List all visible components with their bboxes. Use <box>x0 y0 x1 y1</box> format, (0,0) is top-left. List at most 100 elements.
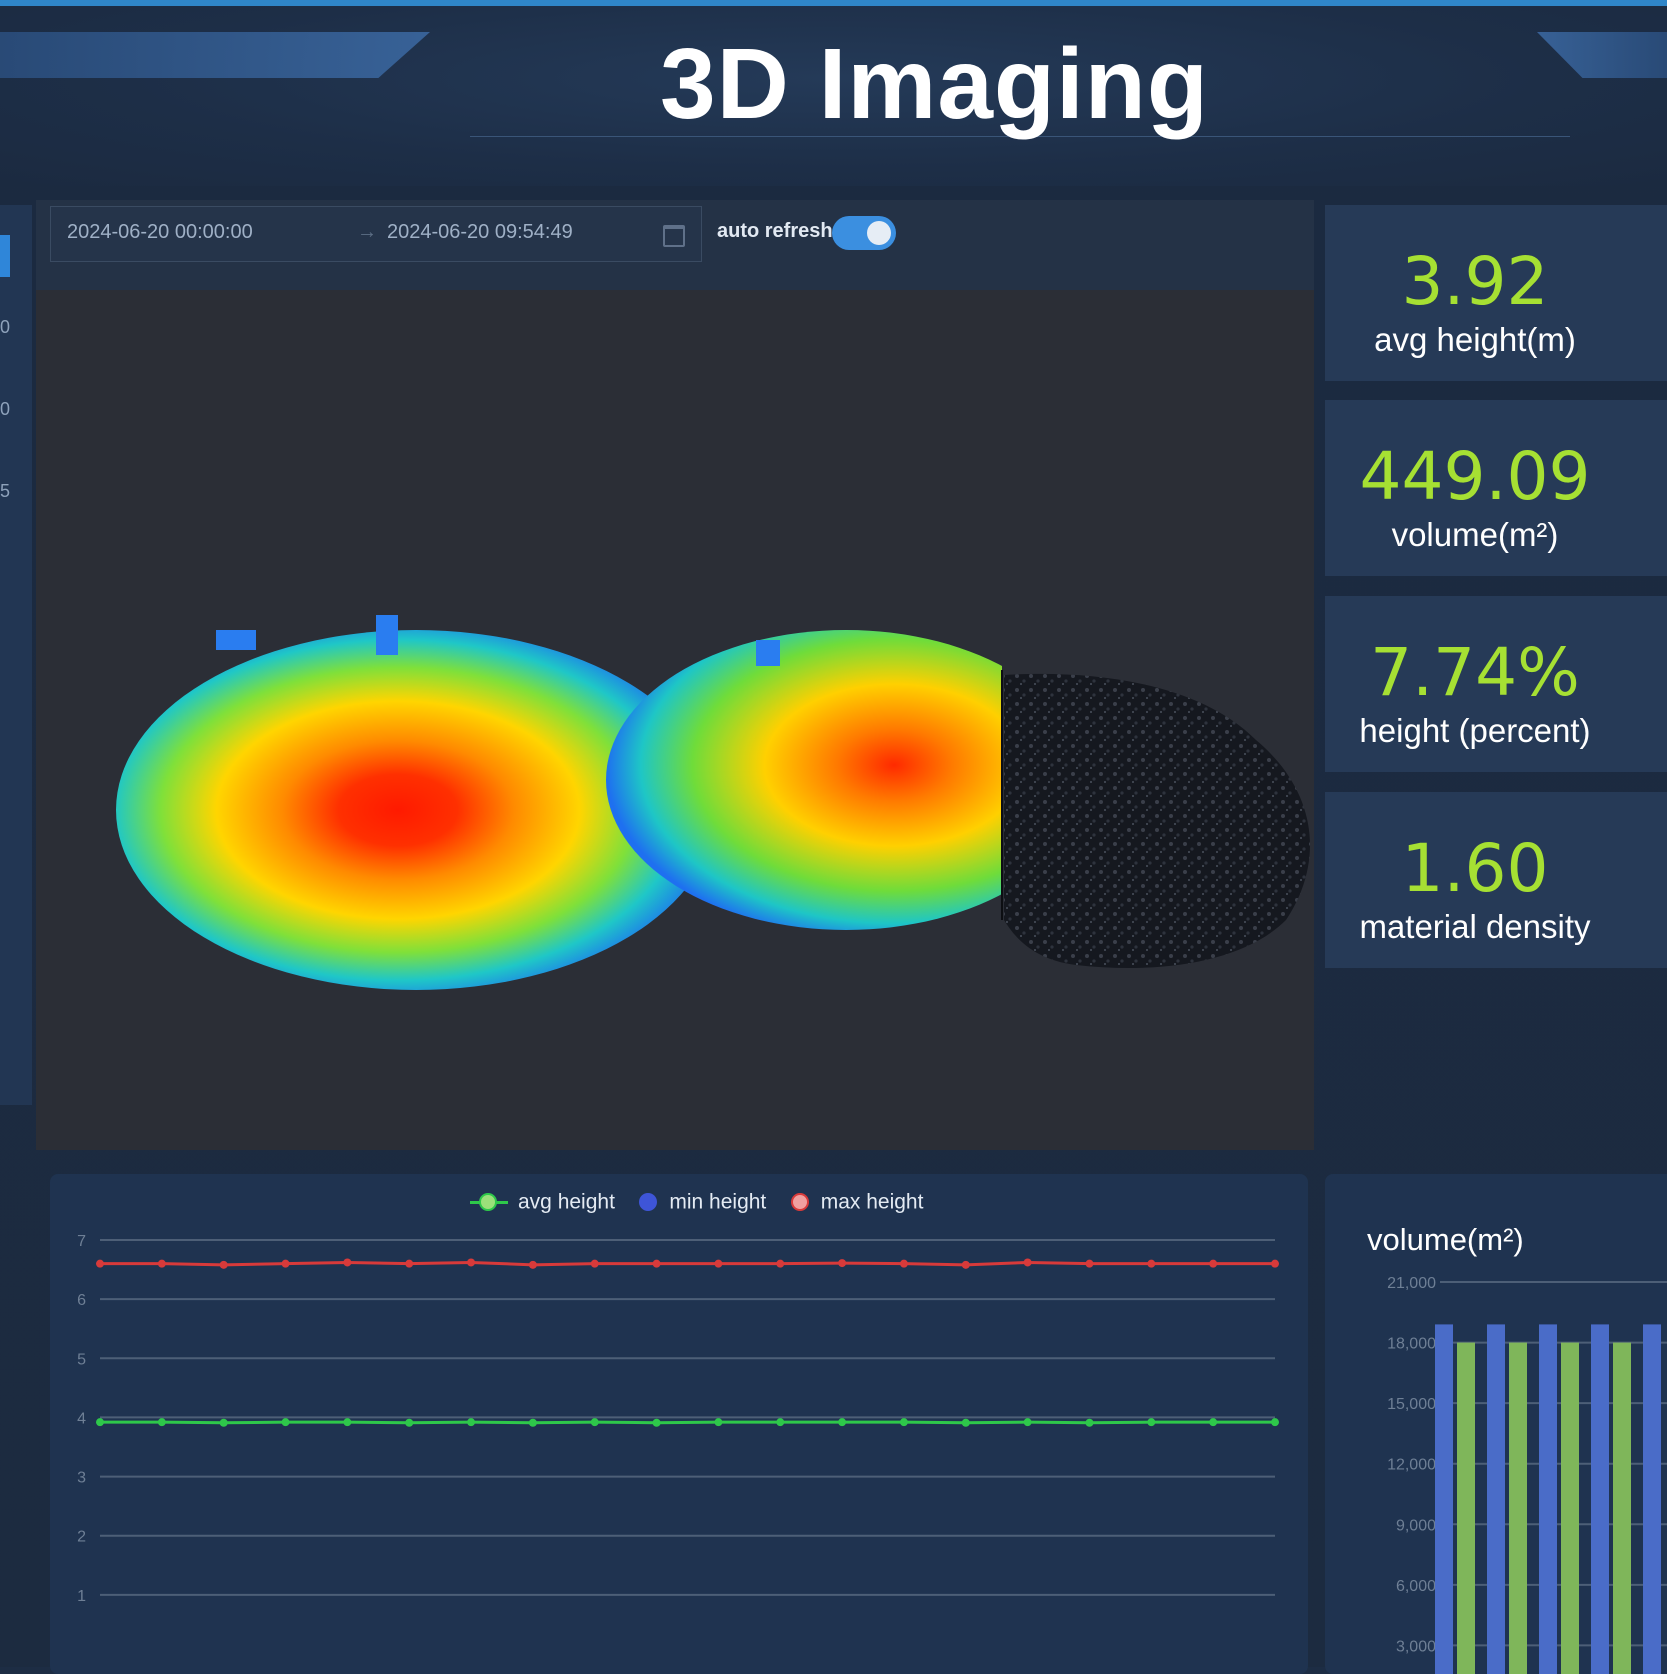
data-point-max-height <box>219 1260 228 1269</box>
page-title: 3D Imaging <box>660 28 1209 140</box>
chart-legend: avg height min height max height <box>470 1190 941 1220</box>
data-point-max-height <box>961 1260 970 1269</box>
stat-value: 449.09 <box>1359 438 1591 515</box>
stat-card-avg-height: 3.92 avg height(m) <box>1325 205 1667 381</box>
y-tick-label: 15,000 <box>1387 1396 1436 1413</box>
legend-item-max-height[interactable]: max height <box>789 1190 924 1214</box>
data-point-avg-height <box>1023 1418 1032 1427</box>
bar-series-1 <box>1435 1324 1453 1674</box>
data-point-avg-height <box>343 1418 352 1427</box>
y-tick-label: 9,000 <box>1396 1517 1436 1534</box>
auto-refresh-label: auto refresh <box>717 220 833 242</box>
y-tick-label: 3 <box>77 1470 86 1487</box>
bar-series-1 <box>1643 1324 1661 1674</box>
end-date-input[interactable]: 2024-06-20 09:54:49 <box>387 221 573 244</box>
toggle-knob <box>867 221 891 245</box>
data-point-avg-height <box>714 1418 723 1427</box>
header: 3D Imaging <box>0 6 1667 186</box>
data-point-avg-height <box>652 1418 661 1427</box>
data-point-avg-height <box>467 1418 476 1427</box>
series-line-max-height <box>100 1260 1275 1267</box>
auto-refresh-toggle[interactable] <box>832 216 896 250</box>
bar-chart-title: volume(m²) <box>1367 1222 1524 1257</box>
data-point-max-height <box>776 1259 785 1268</box>
left-panel-stub: 0 0 5 <box>0 205 32 1105</box>
data-point-avg-height <box>961 1418 970 1427</box>
left-panel-indicator <box>0 235 10 277</box>
data-point-avg-height <box>899 1418 908 1427</box>
data-point-avg-height <box>590 1418 599 1427</box>
data-point-avg-height <box>405 1418 414 1427</box>
data-point-avg-height <box>281 1418 290 1427</box>
y-tick-label: 7 <box>77 1234 86 1250</box>
header-decoration-left <box>0 32 430 78</box>
stat-value: 1.60 <box>1401 830 1549 907</box>
series-line-avg-height <box>100 1420 1275 1425</box>
y-tick-label: 5 <box>77 1351 86 1368</box>
height-line-chart[interactable]: 1 2 3 4 5 6 7 <box>50 1234 1308 1664</box>
volume-bar-chart[interactable]: 3,000 6,000 9,000 12,000 15,000 18,000 21,000 <box>1325 1264 1667 1674</box>
y-tick-label: 6 <box>77 1292 86 1309</box>
legend-label: avg height <box>518 1190 615 1214</box>
bar-series-2 <box>1613 1342 1631 1674</box>
data-point-max-height <box>1023 1258 1032 1267</box>
date-range-picker[interactable]: 2024-06-20 00:00:00 → 2024-06-20 09:54:4… <box>50 206 702 262</box>
y-tick-label: 3,000 <box>1396 1638 1436 1655</box>
data-point-avg-height <box>776 1418 785 1427</box>
left-axis-tick: 5 <box>0 481 11 501</box>
bar-series-2 <box>1457 1342 1475 1674</box>
viewer-toolbar: 2024-06-20 00:00:00 → 2024-06-20 09:54:4… <box>36 200 1314 290</box>
y-tick-label: 4 <box>77 1410 86 1427</box>
legend-item-avg-height[interactable]: avg height <box>470 1190 615 1214</box>
stat-card-height-percent: 7.74% height (percent) <box>1325 596 1667 772</box>
data-point-max-height <box>467 1258 476 1267</box>
point-cloud-heatmap[interactable] <box>76 420 1376 1040</box>
y-tick-label: 12,000 <box>1387 1457 1436 1474</box>
y-tick-label: 21,000 <box>1387 1275 1436 1292</box>
date-range-separator: → <box>357 221 377 243</box>
data-point-avg-height <box>219 1418 228 1427</box>
bar-series-2 <box>1561 1342 1579 1674</box>
data-point-max-height <box>652 1259 661 1268</box>
data-point-max-height <box>528 1260 537 1269</box>
left-axis-tick: 0 <box>0 399 11 419</box>
stat-value: 3.92 <box>1401 243 1549 320</box>
stat-value: 7.74% <box>1370 634 1580 711</box>
data-point-avg-height <box>838 1418 847 1427</box>
data-point-avg-height <box>157 1418 166 1427</box>
bar-series-1 <box>1591 1324 1609 1674</box>
data-point-max-height <box>838 1259 847 1268</box>
stat-label: volume(m²) <box>1391 516 1559 553</box>
data-point-avg-height <box>1271 1418 1279 1427</box>
stat-label: material density <box>1359 908 1591 945</box>
legend-label: max height <box>820 1190 924 1214</box>
data-point-max-height <box>1085 1259 1094 1268</box>
data-point-max-height <box>899 1259 908 1268</box>
data-point-max-height <box>405 1259 414 1268</box>
y-tick-label: 2 <box>77 1529 86 1546</box>
header-decoration-right <box>1537 32 1667 78</box>
start-date-input[interactable]: 2024-06-20 00:00:00 <box>67 221 253 244</box>
data-point-avg-height <box>96 1418 104 1427</box>
data-point-avg-height <box>528 1418 537 1427</box>
legend-label: min height <box>669 1190 767 1214</box>
bar-series-2 <box>1509 1342 1527 1674</box>
volume-bar-chart-panel: volume(m²) 3,000 6,000 9,000 12,000 15,000 18… <box>1325 1174 1667 1674</box>
data-point-max-height <box>1271 1259 1279 1268</box>
bar-series-1 <box>1539 1324 1557 1674</box>
calendar-icon[interactable] <box>663 225 685 247</box>
data-point-max-height <box>281 1259 290 1268</box>
data-point-max-height <box>157 1259 166 1268</box>
y-tick-label: 18,000 <box>1387 1336 1436 1353</box>
y-tick-label: 6,000 <box>1396 1578 1436 1595</box>
data-point-max-height <box>343 1258 352 1267</box>
data-point-max-height <box>714 1259 723 1268</box>
height-line-chart-panel: avg height min height max height 1 2 3 4 5 6 7 <box>50 1174 1308 1674</box>
legend-item-min-height[interactable]: min height <box>637 1190 766 1214</box>
data-point-avg-height <box>1147 1418 1156 1427</box>
3d-viewer-panel: 2024-06-20 00:00:00 → 2024-06-20 09:54:4… <box>36 200 1314 1150</box>
data-point-avg-height <box>1085 1418 1094 1427</box>
data-point-avg-height <box>1209 1418 1218 1427</box>
left-axis-tick: 0 <box>0 317 11 337</box>
stat-label: avg height(m) <box>1374 321 1576 358</box>
